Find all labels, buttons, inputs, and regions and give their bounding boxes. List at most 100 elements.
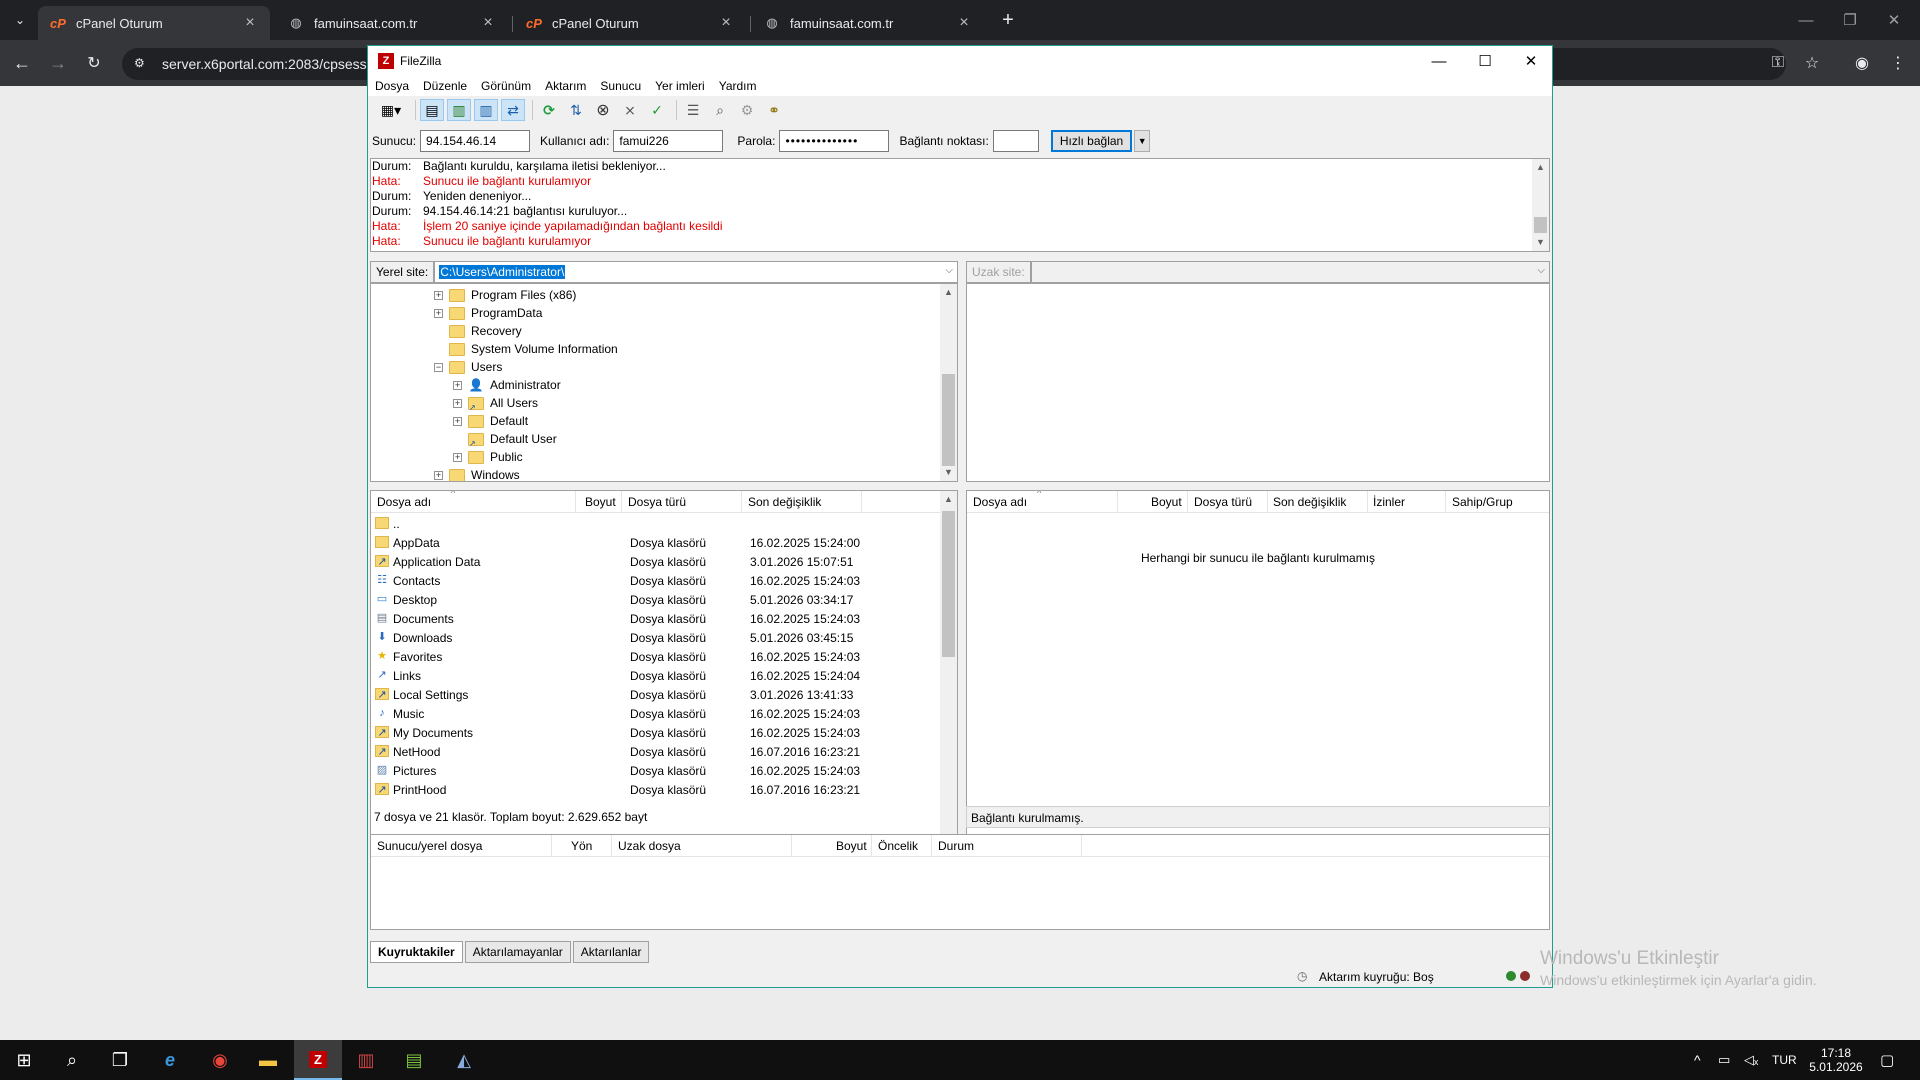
menu-sunucu[interactable]: Sunucu bbox=[600, 79, 641, 93]
tree-node[interactable]: Default User bbox=[453, 430, 557, 448]
toggle-local-tree-icon[interactable]: ▥ bbox=[447, 99, 471, 121]
file-row[interactable]: ▭ Desktop Dosya klasörü 5.01.2026 03:34:17 bbox=[373, 590, 939, 609]
scroll-up-icon[interactable]: ▲ bbox=[940, 284, 957, 301]
expand-icon[interactable]: + bbox=[434, 290, 443, 300]
file-row[interactable]: ↗ My Documents Dosya klasörü 16.02.2025 15:… bbox=[373, 723, 939, 742]
tree-node[interactable]: Recovery bbox=[434, 322, 522, 340]
file-row[interactable]: ⬇ Downloads Dosya klasörü 5.01.2026 03:45:1… bbox=[373, 628, 939, 647]
close-tab-icon[interactable]: × bbox=[956, 14, 972, 32]
browser-minimize-icon[interactable]: — bbox=[1786, 8, 1826, 32]
col-filename[interactable]: Dosya adı bbox=[377, 495, 431, 509]
col-owner-group[interactable]: Sahip/Grup bbox=[1452, 495, 1513, 509]
file-row[interactable]: ↗ NetHood Dosya klasörü 16.07.2016 16:23:21 bbox=[373, 742, 939, 761]
clock[interactable]: 17:18 5.01.2026 bbox=[1806, 1040, 1866, 1080]
disconnect-icon[interactable]: ⨯ bbox=[618, 99, 642, 121]
scroll-thumb[interactable] bbox=[942, 511, 955, 657]
col-size[interactable]: Boyut bbox=[1151, 495, 1182, 509]
file-row[interactable]: ↗ PrintHood Dosya klasörü 16.07.2016 16:23:… bbox=[373, 780, 939, 799]
file-row[interactable]: AppData Dosya klasörü 16.02.2025 15:24:00 bbox=[373, 533, 939, 552]
browser-menu-icon[interactable]: ⋮ bbox=[1886, 51, 1910, 75]
host-input[interactable] bbox=[420, 130, 531, 152]
file-row[interactable]: ★ Favorites Dosya klasörü 16.02.2025 15:24:… bbox=[373, 647, 939, 666]
chrome-icon[interactable]: ◉ bbox=[196, 1040, 244, 1080]
scroll-down-icon[interactable]: ▼ bbox=[940, 464, 957, 481]
tab-search-icon[interactable]: ⌄ bbox=[8, 8, 32, 32]
scroll-down-icon[interactable]: ▼ bbox=[1532, 234, 1549, 251]
quickconnect-history-dropdown-icon[interactable]: ▼ bbox=[1134, 130, 1151, 152]
scroll-up-icon[interactable]: ▲ bbox=[940, 491, 957, 508]
browser-close-icon[interactable]: ✕ bbox=[1874, 8, 1914, 32]
network-icon[interactable]: ▭ bbox=[1718, 1040, 1730, 1080]
site-info-icon[interactable]: ⚙ bbox=[134, 56, 150, 72]
winrar-icon[interactable]: ▥ bbox=[342, 1040, 390, 1080]
close-icon[interactable]: ✕ bbox=[1508, 46, 1554, 76]
maximize-icon[interactable]: ☐ bbox=[1462, 46, 1508, 76]
col-filename[interactable]: Dosya adı bbox=[973, 495, 1027, 509]
close-tab-icon[interactable]: × bbox=[480, 14, 496, 32]
notepad-icon[interactable]: ▤ bbox=[390, 1040, 438, 1080]
col-filetype[interactable]: Dosya türü bbox=[628, 495, 686, 509]
expand-icon[interactable]: + bbox=[453, 380, 462, 390]
browser-tab-1[interactable]: cP cPanel Oturum × bbox=[38, 6, 270, 40]
forward-icon[interactable]: → bbox=[46, 51, 70, 75]
volume-muted-icon[interactable]: ◁ₓ bbox=[1744, 1040, 1758, 1080]
file-row[interactable]: .. bbox=[373, 514, 939, 533]
col-filetype[interactable]: Dosya türü bbox=[1194, 495, 1252, 509]
browser-tab-4[interactable]: ◍ famuinsaat.com.tr × bbox=[752, 6, 984, 40]
file-row[interactable]: ▨ Pictures Dosya klasörü 16.02.2025 15:24:0… bbox=[373, 761, 939, 780]
close-tab-icon[interactable]: × bbox=[242, 14, 258, 32]
file-row[interactable]: ☷ Contacts Dosya klasörü 16.02.2025 15:24:0… bbox=[373, 571, 939, 590]
new-tab-icon[interactable]: + bbox=[996, 8, 1020, 32]
expand-icon[interactable]: + bbox=[434, 470, 443, 480]
reconnect-icon[interactable]: ✓ bbox=[645, 99, 669, 121]
sync-browsing-icon[interactable]: ⚙ bbox=[735, 99, 759, 121]
password-key-icon[interactable]: ⚿ bbox=[1766, 51, 1790, 75]
port-input[interactable] bbox=[992, 130, 1039, 152]
menu-yardim[interactable]: Yardım bbox=[719, 79, 757, 93]
close-tab-icon[interactable]: × bbox=[718, 14, 734, 32]
tree-scrollbar[interactable]: ▲ ▼ bbox=[940, 284, 957, 481]
toggle-remote-tree-icon[interactable]: ▥ bbox=[474, 99, 498, 121]
tree-node[interactable]: + Windows bbox=[434, 466, 520, 481]
browser-tab-2[interactable]: ◍ famuinsaat.com.tr × bbox=[276, 6, 508, 40]
tree-node[interactable]: + Public bbox=[453, 448, 523, 466]
browser-restore-icon[interactable]: ❐ bbox=[1830, 8, 1870, 32]
file-row[interactable]: ↗ Local Settings Dosya klasörü 3.01.2026 13… bbox=[373, 685, 939, 704]
expand-icon[interactable]: + bbox=[453, 398, 462, 408]
language-indicator[interactable]: TUR bbox=[1772, 1040, 1797, 1080]
scroll-up-icon[interactable]: ▲ bbox=[1532, 159, 1549, 176]
tree-node[interactable]: System Volume Information bbox=[434, 340, 618, 358]
chevron-down-icon[interactable]: ⌵ bbox=[945, 265, 953, 276]
file-row[interactable]: ▤ Documents Dosya klasörü 16.02.2025 15:24:… bbox=[373, 609, 939, 628]
start-icon[interactable]: ⊞ bbox=[0, 1040, 48, 1080]
filezilla-taskbar-icon[interactable]: Z bbox=[294, 1040, 342, 1080]
col-remote-file[interactable]: Uzak dosya bbox=[618, 839, 681, 853]
tab-queued[interactable]: Kuyruktakiler bbox=[370, 941, 463, 963]
col-priority[interactable]: Öncelik bbox=[878, 839, 918, 853]
menu-aktarim[interactable]: Aktarım bbox=[545, 79, 586, 93]
tree-node[interactable]: + Default bbox=[453, 412, 528, 430]
col-modified[interactable]: Son değişiklik bbox=[748, 495, 821, 509]
col-modified[interactable]: Son değişiklik bbox=[1273, 495, 1346, 509]
internet-explorer-icon[interactable]: e bbox=[146, 1040, 194, 1080]
tab-successful[interactable]: Aktarılanlar bbox=[572, 941, 650, 963]
menu-gorunum[interactable]: Görünüm bbox=[481, 79, 531, 93]
task-view-icon[interactable]: ❐ bbox=[96, 1040, 144, 1080]
back-icon[interactable]: ← bbox=[10, 51, 34, 75]
refresh-icon[interactable]: ⟳ bbox=[537, 99, 561, 121]
password-input[interactable] bbox=[779, 130, 890, 152]
file-row[interactable]: ↗ Links Dosya klasörü 16.02.2025 15:24:04 bbox=[373, 666, 939, 685]
expand-icon[interactable]: + bbox=[453, 452, 462, 462]
col-server-local-file[interactable]: Sunucu/yerel dosya bbox=[377, 839, 482, 853]
local-site-path-input[interactable]: C:\Users\Administrator\ ⌵ bbox=[434, 261, 958, 283]
toggle-queue-icon[interactable]: ⇄ bbox=[501, 99, 525, 121]
browser-tab-3[interactable]: cP cPanel Oturum × bbox=[514, 6, 746, 40]
show-hidden-icons-icon[interactable]: ^ bbox=[1694, 1040, 1701, 1080]
bookmark-star-icon[interactable]: ☆ bbox=[1800, 51, 1824, 75]
compare-directories-icon[interactable]: ⌕ bbox=[708, 99, 732, 121]
col-size[interactable]: Boyut bbox=[585, 495, 616, 509]
tree-node[interactable]: + 👤 Administrator bbox=[453, 376, 561, 394]
remote-site-path-input[interactable]: ⌵ bbox=[1030, 261, 1550, 283]
tab-failed[interactable]: Aktarılamayanlar bbox=[464, 941, 571, 963]
scroll-thumb[interactable] bbox=[1534, 217, 1547, 233]
